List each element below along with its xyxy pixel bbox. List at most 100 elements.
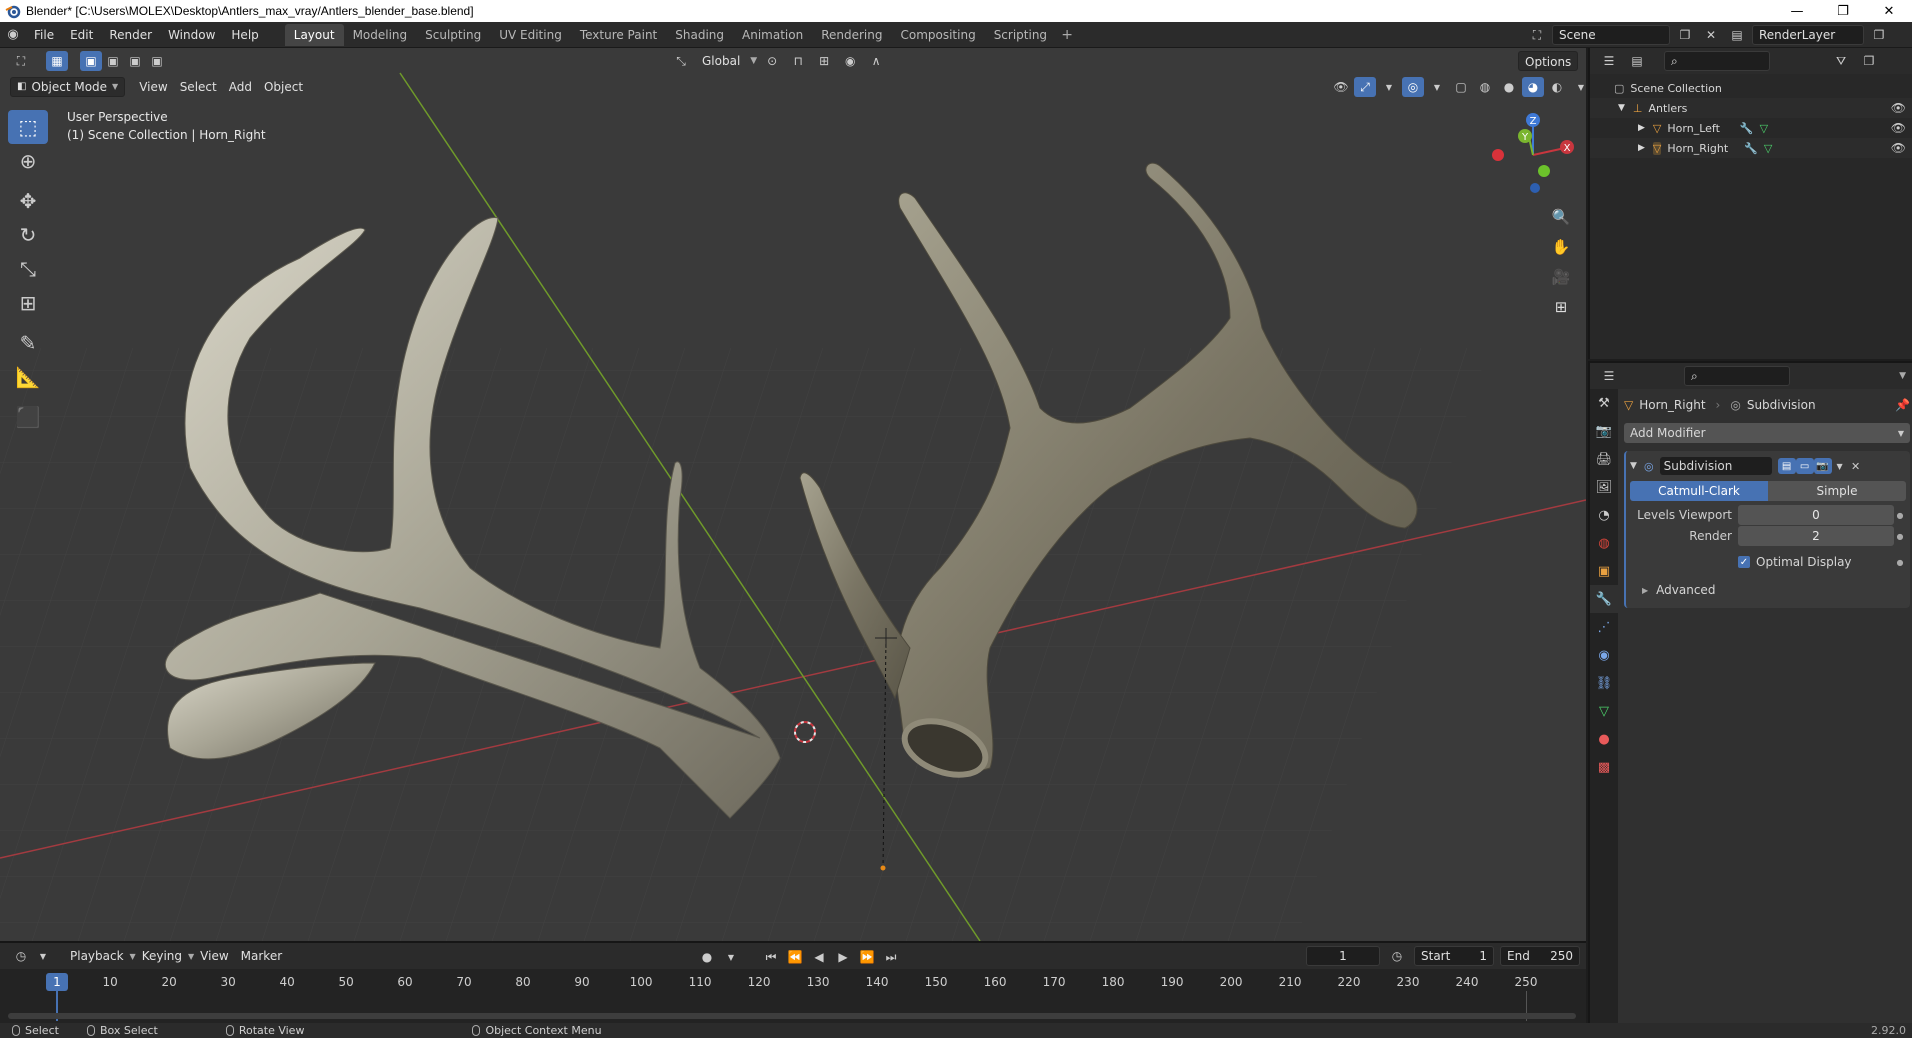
edit-mode-toggle-icon[interactable]: ▤ [1777,458,1796,474]
select-mode-invert-icon[interactable]: ▣ [146,51,168,71]
render-levels-field[interactable]: 2 [1738,526,1894,546]
outliner-item-antlers[interactable]: ▼ ⊥ Antlers 👁 [1590,98,1912,118]
tab-modeling[interactable]: Modeling [344,24,417,46]
play-reverse-icon[interactable]: ◀ [808,947,830,967]
neg-x-axis-icon[interactable] [1492,149,1504,161]
preview-range-clock-icon[interactable]: ◷ [1386,946,1408,966]
cursor-tool-icon[interactable]: ⊕ [8,144,48,178]
render-tab-icon[interactable]: 📷 [1590,417,1618,445]
material-shading-icon[interactable]: ◕ [1522,77,1544,97]
start-frame-field[interactable]: Start 1 [1414,946,1494,966]
tab-sculpting[interactable]: Sculpting [416,24,490,46]
jump-start-icon[interactable]: ⏮ [760,947,782,967]
display-mode-icon[interactable]: ▤ [1626,51,1648,71]
new-scene-icon[interactable]: ❐ [1674,25,1696,45]
zoom-icon[interactable]: 🔍 [1548,204,1574,230]
move-tool-icon[interactable]: ✥ [8,184,48,218]
add-modifier-button[interactable]: Add Modifier ▼ [1624,423,1910,443]
material-tab-icon[interactable]: ● [1590,725,1618,753]
outliner-editor-type-icon[interactable]: ☰ [1598,51,1620,71]
rotate-tool-icon[interactable]: ↻ [8,218,48,252]
minimize-button[interactable]: — [1774,0,1820,22]
chevron-down-icon[interactable]: ▼ [1378,77,1400,97]
camera-view-icon[interactable]: 🎥 [1548,264,1574,290]
outliner-item-horn-left[interactable]: ▶ ▽ Horn_Left 🔧 ▽ 👁 [1590,118,1912,138]
view-layer-icon[interactable]: ▤ [1726,25,1748,45]
keyframe-dot-icon[interactable]: ● [1894,558,1906,567]
new-collection-icon[interactable]: ❐ [1858,51,1880,71]
view-layer-tab-icon[interactable]: 🖼 [1590,473,1618,501]
menu-window[interactable]: Window [160,24,223,46]
chevron-down-icon[interactable]: ▼ [32,946,54,966]
viewport-toggle-icon[interactable]: ▭ [1795,458,1814,474]
ortho-toggle-icon[interactable]: ⊞ [1548,294,1574,320]
constraints-tab-icon[interactable]: ⛓ [1590,669,1618,697]
timeline-ruler[interactable]: 1 10 20 30 40 50 60 70 80 90 100 110 120 130 140 150 16… [0,969,1586,1023]
select-mode-subtract-icon[interactable]: ▣ [124,51,146,71]
timeline-editor[interactable]: ◷ ▼ Playback ▼ Keying ▼ View Marker ● ▼ … [0,941,1586,1023]
tab-animation[interactable]: Animation [733,24,812,46]
select-box-mode-icon[interactable]: ▦ [46,51,68,71]
record-icon[interactable]: ● [696,947,718,967]
collapse-arrow-icon[interactable]: ▶ [1638,143,1645,153]
tool-tab-icon[interactable]: ⚒ [1590,389,1618,417]
object-tab-icon[interactable]: ▣ [1590,557,1618,585]
chevron-down-icon[interactable]: ▼ [1426,77,1448,97]
neg-y-axis-icon[interactable] [1538,165,1550,177]
catmull-clark-button[interactable]: Catmull-Clark [1630,481,1768,501]
annotate-tool-icon[interactable]: ✎ [8,326,48,360]
prev-keyframe-icon[interactable]: ⏪ [784,947,806,967]
gizmo-toggle-icon[interactable]: ⤢ [1354,77,1376,97]
properties-search-input[interactable]: ⌕ [1684,366,1790,386]
delete-scene-icon[interactable]: ✕ [1700,25,1722,45]
mesh-data-icon[interactable]: ▽ [1760,122,1768,135]
filter-icon[interactable]: ⛛ [1830,51,1852,71]
pan-hand-icon[interactable]: ✋ [1548,234,1574,260]
chevron-down-icon[interactable]: ▼ [1570,77,1586,97]
scene-selector[interactable]: Scene [1552,25,1670,45]
wireframe-shading-icon[interactable]: ◍ [1474,77,1496,97]
end-frame-field[interactable]: End 250 [1500,946,1580,966]
remove-modifier-icon[interactable]: ✕ [1848,458,1864,474]
add-workspace-icon[interactable]: + [1056,27,1078,43]
tab-texture-paint[interactable]: Texture Paint [571,24,666,46]
falloff-icon[interactable]: ∧ [865,51,887,71]
menu-edit[interactable]: Edit [62,24,101,46]
texture-tab-icon[interactable]: ▩ [1590,753,1618,781]
close-window-button[interactable]: ✕ [1866,0,1912,22]
pivot-point-icon[interactable]: ⊙ [761,51,783,71]
measure-tool-icon[interactable]: 📐 [8,360,48,394]
modifier-tab-icon[interactable]: 🔧 [1590,585,1618,613]
simple-button[interactable]: Simple [1768,481,1906,501]
chevron-down-icon[interactable]: ▼ [720,947,742,967]
menu-playback[interactable]: Playback [64,946,130,966]
menu-select[interactable]: Select [174,77,223,97]
menu-marker[interactable]: Marker [235,946,288,966]
navigation-gizmo[interactable]: Z X Y [1488,110,1578,200]
current-frame-field[interactable]: 1 [1306,946,1380,966]
transform-tool-icon[interactable]: ⊞ [8,286,48,320]
mode-dropdown[interactable]: ◧ Object Mode ▼ [10,77,126,97]
output-tab-icon[interactable]: 🖨 [1590,445,1618,473]
options-dropdown[interactable]: Options [1518,51,1579,71]
outliner-search-input[interactable]: ⌕ [1664,51,1770,71]
particles-tab-icon[interactable]: ⋰ [1590,613,1618,641]
xray-toggle-icon[interactable]: ▢ [1450,77,1472,97]
select-box-tool-icon[interactable]: ⬚ [8,110,48,144]
menu-file[interactable]: File [26,24,62,46]
collapse-arrow-icon[interactable]: ▶ [1638,123,1645,133]
neg-z-axis-icon[interactable] [1530,183,1540,193]
menu-keying[interactable]: Keying [136,946,188,966]
proportional-edit-icon[interactable]: ◉ [839,51,861,71]
orientation-icon[interactable]: ⤡ [670,51,692,71]
mesh-data-icon[interactable]: ▽ [1764,142,1772,155]
jump-end-icon[interactable]: ⏭ [880,947,902,967]
select-mode-new-icon[interactable]: ▣ [80,51,102,71]
physics-tab-icon[interactable]: ◉ [1590,641,1618,669]
menu-view[interactable]: View [133,77,173,97]
chevron-down-icon[interactable]: ▼ [1832,458,1848,474]
solid-shading-icon[interactable]: ● [1498,77,1520,97]
advanced-subpanel[interactable]: ▶ Advanced [1630,580,1906,600]
modifier-wrench-icon[interactable]: 🔧 [1744,142,1758,155]
outliner-item-horn-right[interactable]: ▶ ▽ Horn_Right 🔧 ▽ 👁 [1590,138,1912,158]
